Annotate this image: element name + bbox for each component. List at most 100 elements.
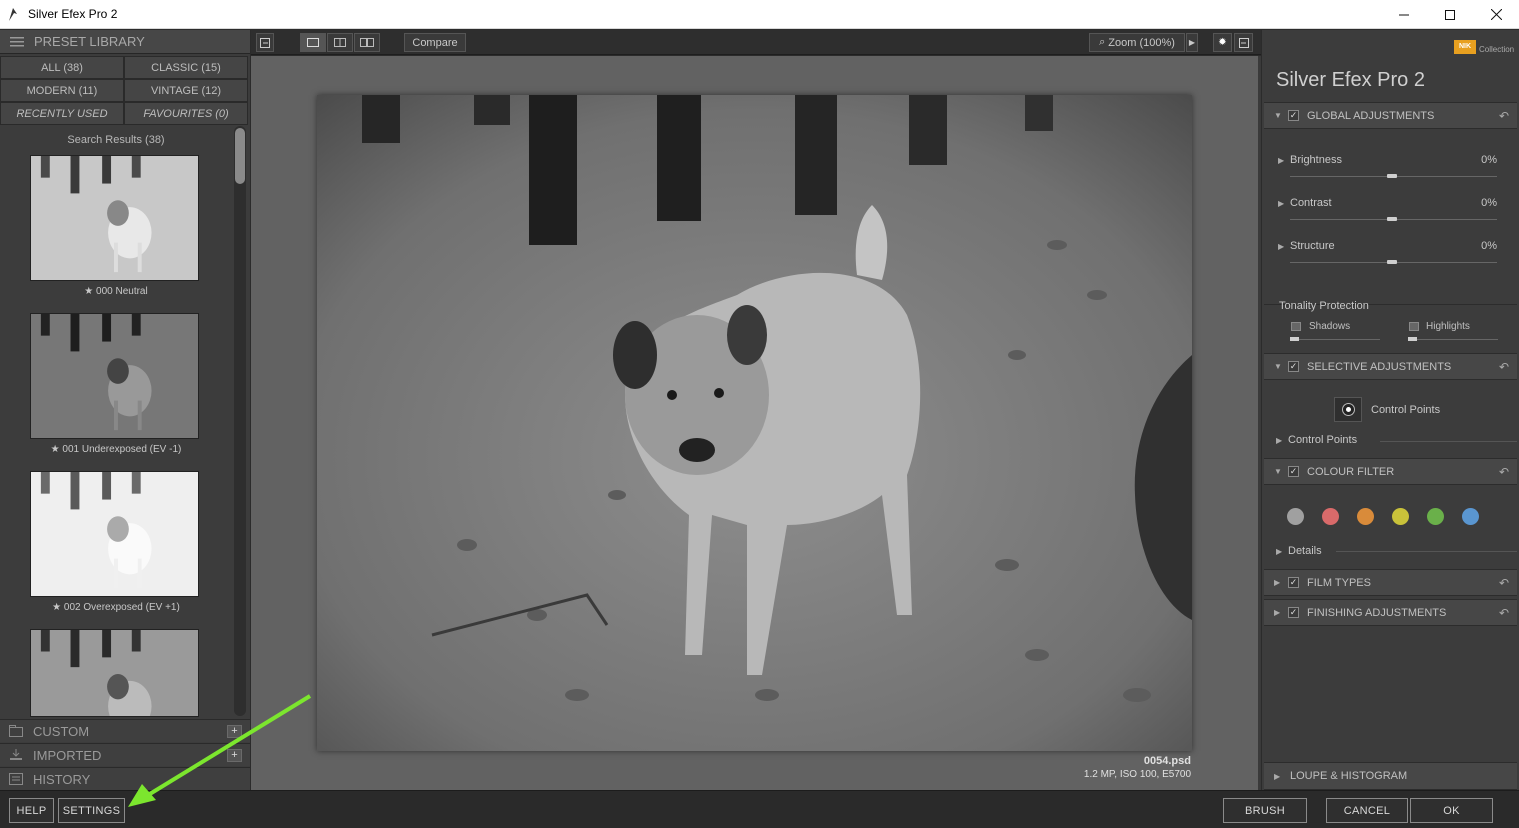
divider	[1380, 441, 1517, 442]
section-selective-adjustments[interactable]: ▼ ✓ SELECTIVE ADJUSTMENTS ↶	[1264, 353, 1517, 380]
reset-icon[interactable]: ↶	[1499, 360, 1509, 374]
swatch-yellow[interactable]	[1392, 508, 1409, 525]
section-film-types[interactable]: ▶ ✓ FILM TYPES ↶	[1264, 569, 1517, 596]
preview-image[interactable]	[317, 95, 1192, 751]
panel-toggle-icon	[260, 37, 270, 48]
maximize-button[interactable]	[1427, 0, 1473, 29]
preset-thumb-neutral[interactable]	[30, 155, 199, 281]
tab-vintage[interactable]: VINTAGE (12)	[124, 79, 248, 102]
selective-adjustments-label: SELECTIVE ADJUSTMENTS	[1307, 360, 1452, 373]
magnifier-icon: ⌕	[1099, 36, 1106, 48]
preset-thumb-overexposed[interactable]	[30, 471, 199, 597]
help-button[interactable]: HELP	[9, 798, 54, 823]
cancel-button[interactable]: CANCEL	[1326, 798, 1408, 823]
nik-logo: NIK	[1454, 40, 1476, 54]
minimize-button[interactable]	[1381, 0, 1427, 29]
structure-label: Structure	[1290, 240, 1335, 252]
preset-label-underexposed: ★ 001 Underexposed (EV -1)	[50, 444, 182, 455]
highlights-slider-knob[interactable]	[1408, 337, 1417, 341]
dog-thumbnail-image	[31, 472, 198, 596]
tab-modern[interactable]: MODERN (11)	[0, 79, 124, 102]
brush-button[interactable]: BRUSH	[1223, 798, 1307, 823]
section-global-adjustments[interactable]: ▼ ✓ GLOBAL ADJUSTMENTS ↶	[1264, 102, 1517, 129]
preset-library-title: PRESET LIBRARY	[34, 34, 145, 49]
selective-adjustments-checkbox[interactable]: ✓	[1288, 361, 1299, 372]
settings-button[interactable]: SETTINGS	[58, 798, 125, 823]
contrast-label: Contrast	[1290, 197, 1332, 209]
tab-favourites[interactable]: FAVOURITES (0)	[124, 102, 248, 125]
dog-thumbnail-image	[31, 314, 198, 438]
panel-right-icon	[1238, 37, 1249, 48]
reset-icon[interactable]: ↶	[1499, 606, 1509, 620]
section-finishing-adjustments[interactable]: ▶ ✓ FINISHING ADJUSTMENTS ↶	[1264, 599, 1517, 626]
preset-library-header[interactable]: PRESET LIBRARY	[0, 30, 250, 54]
tab-recently-used[interactable]: RECENTLY USED	[0, 102, 124, 125]
toggle-panel-button[interactable]	[256, 33, 274, 52]
swatch-green[interactable]	[1427, 508, 1444, 525]
chevron-right-icon: ▶	[1276, 436, 1283, 445]
single-view-button[interactable]	[300, 33, 326, 52]
brightness-value: 0%	[1481, 154, 1497, 166]
control-point-icon	[1342, 404, 1354, 415]
tab-all[interactable]: ALL (38)	[0, 56, 124, 79]
reset-icon[interactable]: ↶	[1499, 465, 1509, 479]
highlights-slider[interactable]	[1408, 339, 1498, 340]
preset-label-overexposed: ★ 002 Overexposed (EV +1)	[52, 602, 180, 613]
star-icon: ★	[50, 444, 63, 455]
zoom-menu-button[interactable]: ▶	[1186, 33, 1198, 52]
close-icon	[1490, 9, 1502, 20]
compare-button[interactable]: Compare	[404, 33, 466, 52]
shadows-slider[interactable]	[1290, 339, 1380, 340]
minimize-icon	[1399, 14, 1409, 15]
file-name: 0054.psd	[1143, 755, 1191, 767]
tab-classic[interactable]: CLASSIC (15)	[124, 56, 248, 79]
film-types-checkbox[interactable]: ✓	[1288, 577, 1299, 588]
swatch-red[interactable]	[1322, 508, 1339, 525]
swatch-orange[interactable]	[1357, 508, 1374, 525]
close-button[interactable]	[1473, 0, 1519, 29]
colour-filter-checkbox[interactable]: ✓	[1288, 466, 1299, 477]
section-loupe-histogram[interactable]: ▶ LOUPE & HISTOGRAM	[1264, 762, 1517, 790]
chevron-right-icon: ▶	[1274, 608, 1281, 617]
finishing-adjustments-label: FINISHING ADJUSTMENTS	[1307, 606, 1447, 619]
zoom-button[interactable]: ⌕ Zoom (100%)	[1089, 33, 1185, 52]
contrast-slider-knob[interactable]	[1387, 217, 1397, 221]
loupe-histogram-label: LOUPE & HISTOGRAM	[1290, 770, 1408, 782]
structure-slider-knob[interactable]	[1387, 260, 1397, 264]
single-view-icon	[307, 38, 319, 47]
finishing-adjustments-checkbox[interactable]: ✓	[1288, 607, 1299, 618]
chevron-right-icon: ▶	[1276, 547, 1283, 556]
swatch-neutral[interactable]	[1287, 508, 1304, 525]
split-view-button[interactable]	[327, 33, 353, 52]
add-control-point-button[interactable]	[1334, 397, 1362, 422]
section-colour-filter[interactable]: ▼ ✓ COLOUR FILTER ↶	[1264, 458, 1517, 485]
details-section[interactable]: Details	[1288, 545, 1322, 557]
side-by-side-button[interactable]	[354, 33, 380, 52]
preview-canvas[interactable]: 0054.psd 1.2 MP, ISO 100, E5700	[251, 56, 1261, 790]
star-icon: ★	[52, 602, 64, 613]
title-bar: Silver Efex Pro 2	[0, 0, 1519, 29]
annotation-arrow-icon	[128, 694, 312, 807]
shadows-icon	[1291, 322, 1301, 331]
lightbulb-icon: ✹	[1218, 37, 1227, 48]
highlights-icon	[1409, 322, 1419, 331]
split-view-icon	[334, 38, 346, 47]
control-points-section[interactable]: Control Points	[1288, 434, 1357, 446]
swatch-blue[interactable]	[1462, 508, 1479, 525]
section-imported-label: IMPORTED	[33, 747, 102, 763]
chevron-right-icon: ▶	[1278, 242, 1285, 251]
background-light-button[interactable]: ✹	[1213, 33, 1232, 52]
reset-icon[interactable]: ↶	[1499, 109, 1509, 123]
preset-scrollbar-thumb[interactable]	[235, 128, 245, 184]
reset-icon[interactable]: ↶	[1499, 576, 1509, 590]
ok-button[interactable]: OK	[1410, 798, 1493, 823]
preset-thumb-underexposed[interactable]	[30, 313, 199, 439]
shadows-slider-knob[interactable]	[1290, 337, 1299, 341]
contrast-value: 0%	[1481, 197, 1497, 209]
toggle-right-panel-button[interactable]	[1234, 33, 1253, 52]
global-adjustments-checkbox[interactable]: ✓	[1288, 110, 1299, 121]
chevron-right-icon: ▶	[1188, 38, 1196, 47]
preset-scrollbar[interactable]	[234, 126, 246, 716]
chevron-down-icon: ▼	[1274, 111, 1282, 120]
brightness-slider-knob[interactable]	[1387, 174, 1397, 178]
